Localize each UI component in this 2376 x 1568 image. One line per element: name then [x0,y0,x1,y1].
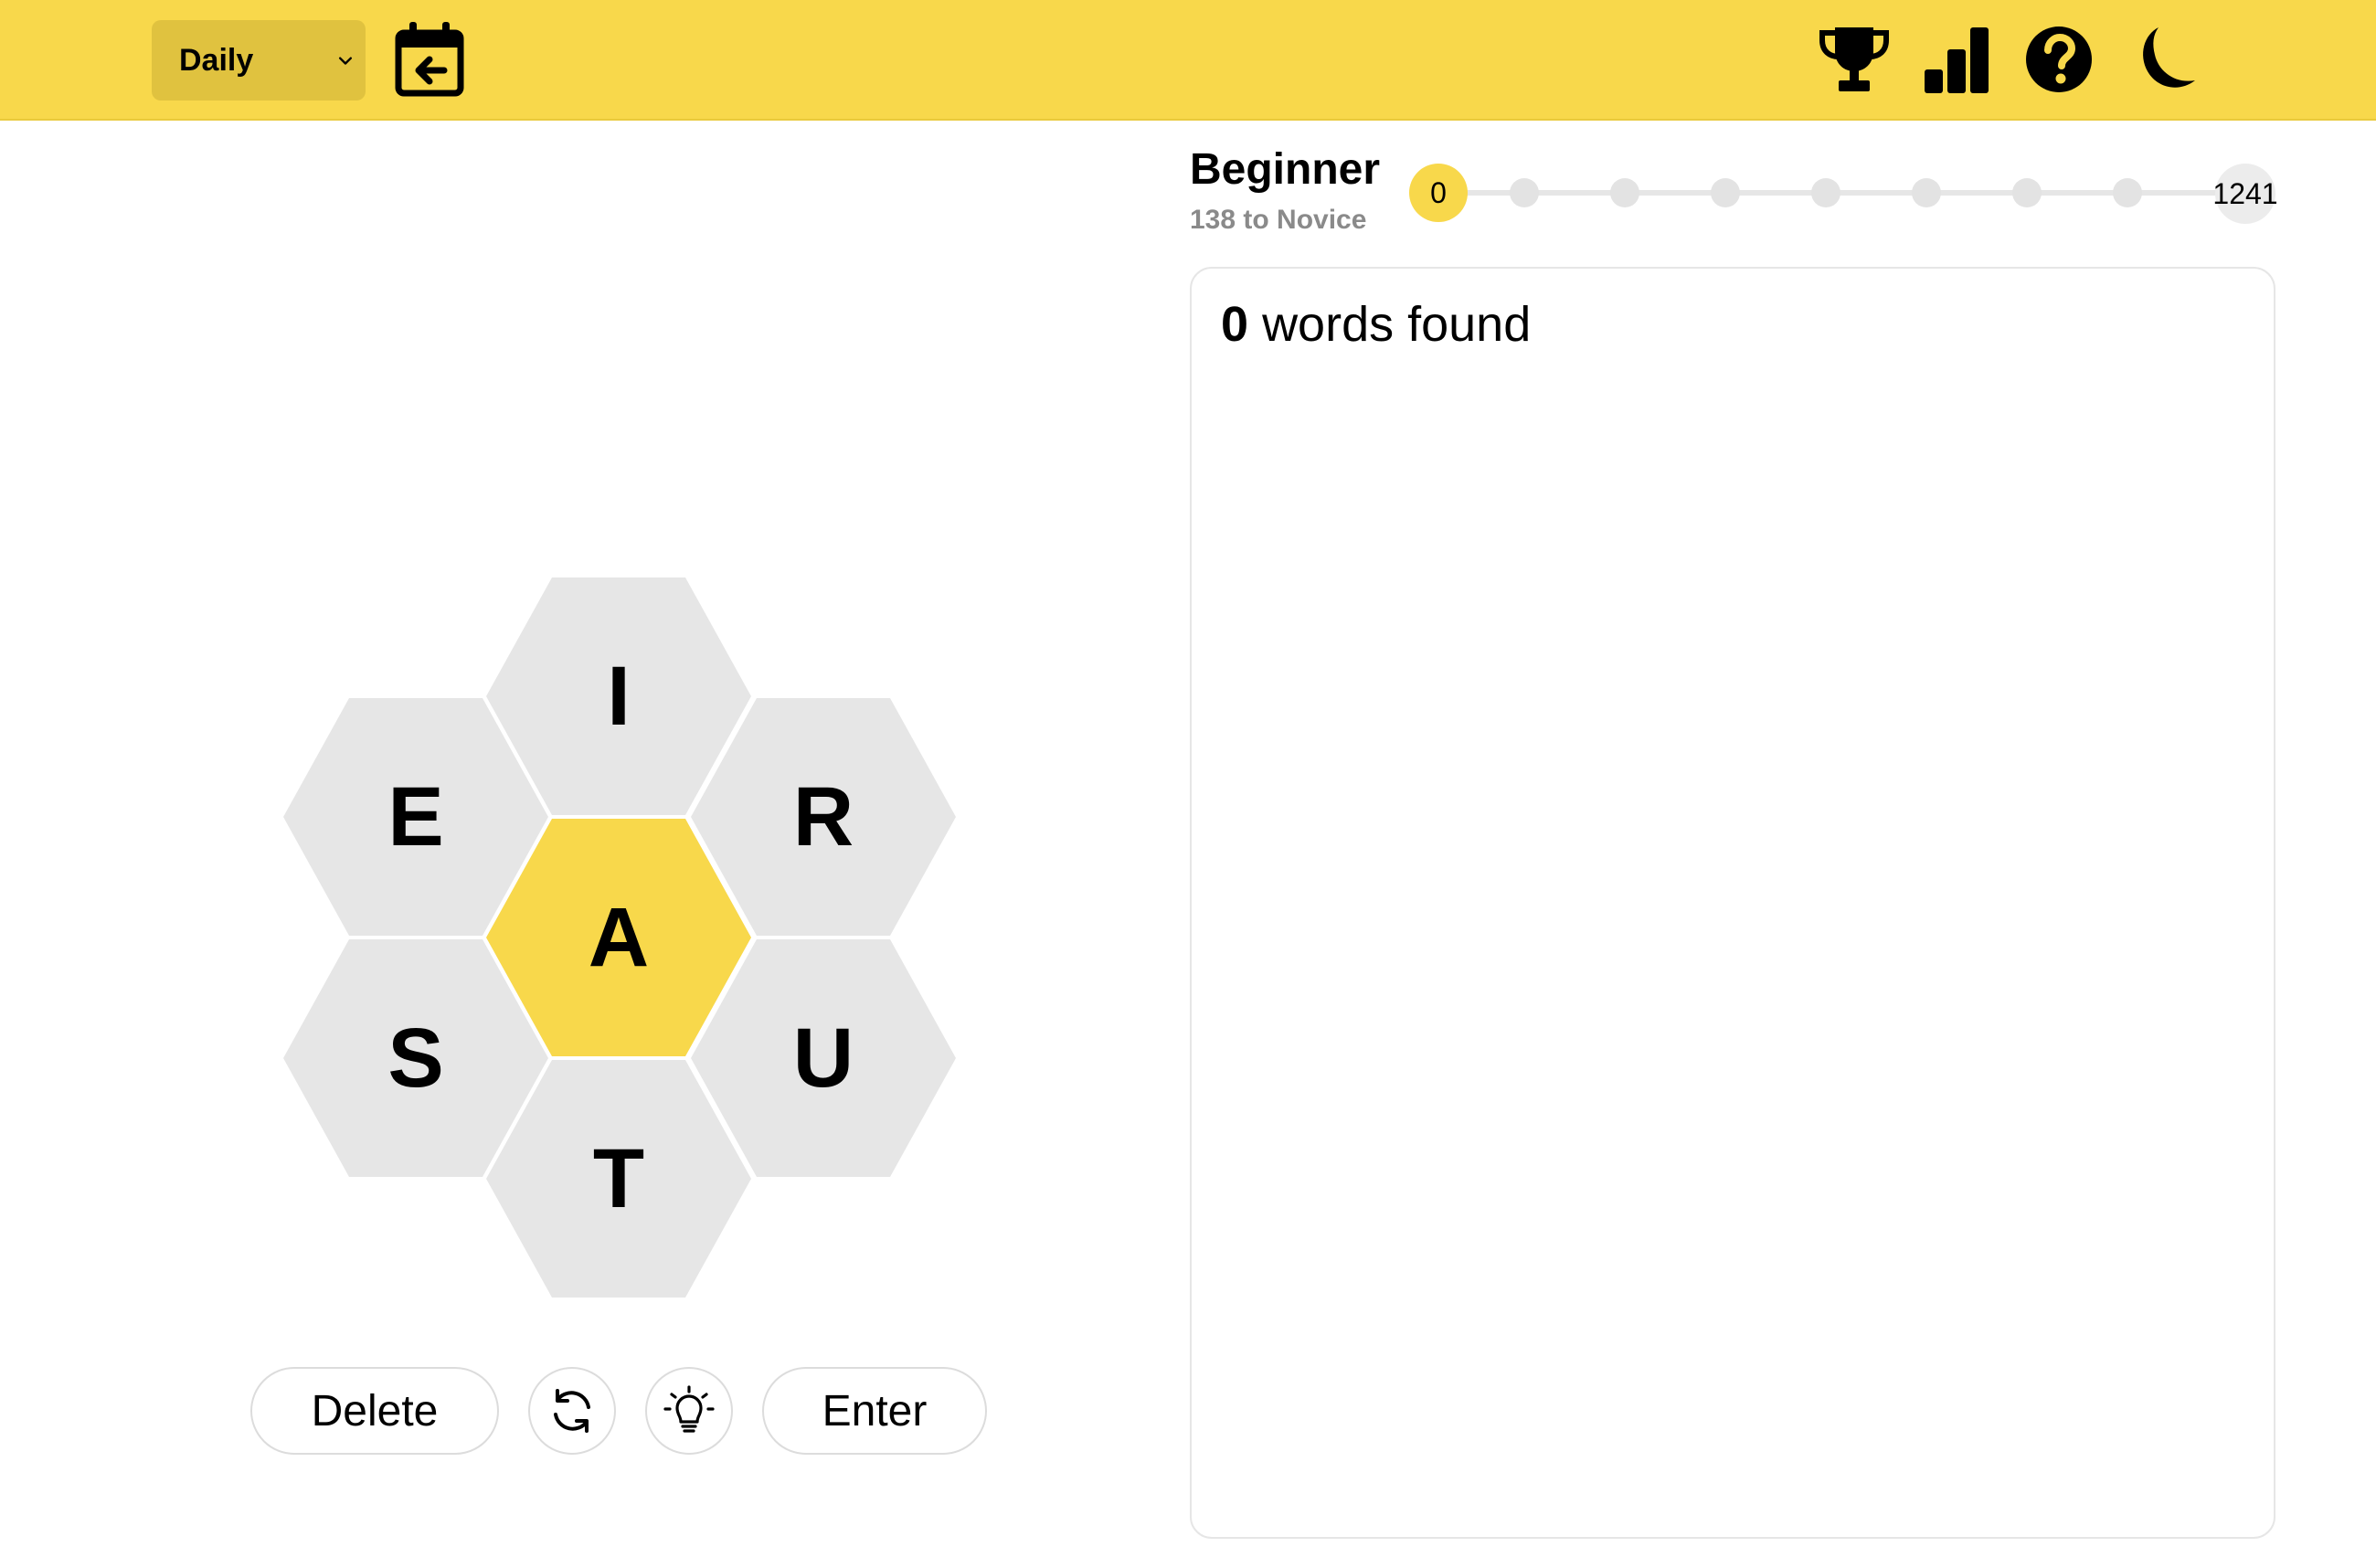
help-circle-icon[interactable] [2020,20,2098,99]
moon-icon[interactable] [2122,20,2201,99]
progress-dot [1811,178,1840,207]
rank-title: Beginner [1190,145,1381,194]
shuffle-button[interactable] [528,1367,616,1455]
hive-letter: T [592,1131,645,1225]
hint-button[interactable] [645,1367,733,1455]
delete-button[interactable]: Delete [250,1367,499,1455]
progress-dot [2012,178,2042,207]
enter-label: Enter [822,1386,928,1436]
progress-dot [2113,178,2142,207]
letter-hive: I E R A S U T [0,0,1097,1568]
progress-dot [1510,178,1539,207]
lightbulb-icon [663,1385,715,1433]
max-score: 1241 [2212,164,2278,224]
shuffle-icon [554,1389,590,1433]
progress-dot [1912,178,1941,207]
found-words-panel: 0 words found [1190,267,2275,1539]
current-score: 0 [1409,164,1468,222]
progress-dot [1711,178,1740,207]
enter-button[interactable]: Enter [762,1367,987,1455]
hive-cell-bottom[interactable]: T [486,1060,751,1298]
trophy-icon[interactable] [1815,20,1893,99]
words-found-summary: 0 words found [1221,296,1531,353]
words-found-label: words found [1262,297,1532,352]
progress-dot [1610,178,1639,207]
words-found-count: 0 [1221,297,1249,352]
bar-chart-icon[interactable] [1917,20,1996,99]
rank-next-label: 138 to Novice [1190,205,1367,235]
delete-label: Delete [311,1386,439,1436]
